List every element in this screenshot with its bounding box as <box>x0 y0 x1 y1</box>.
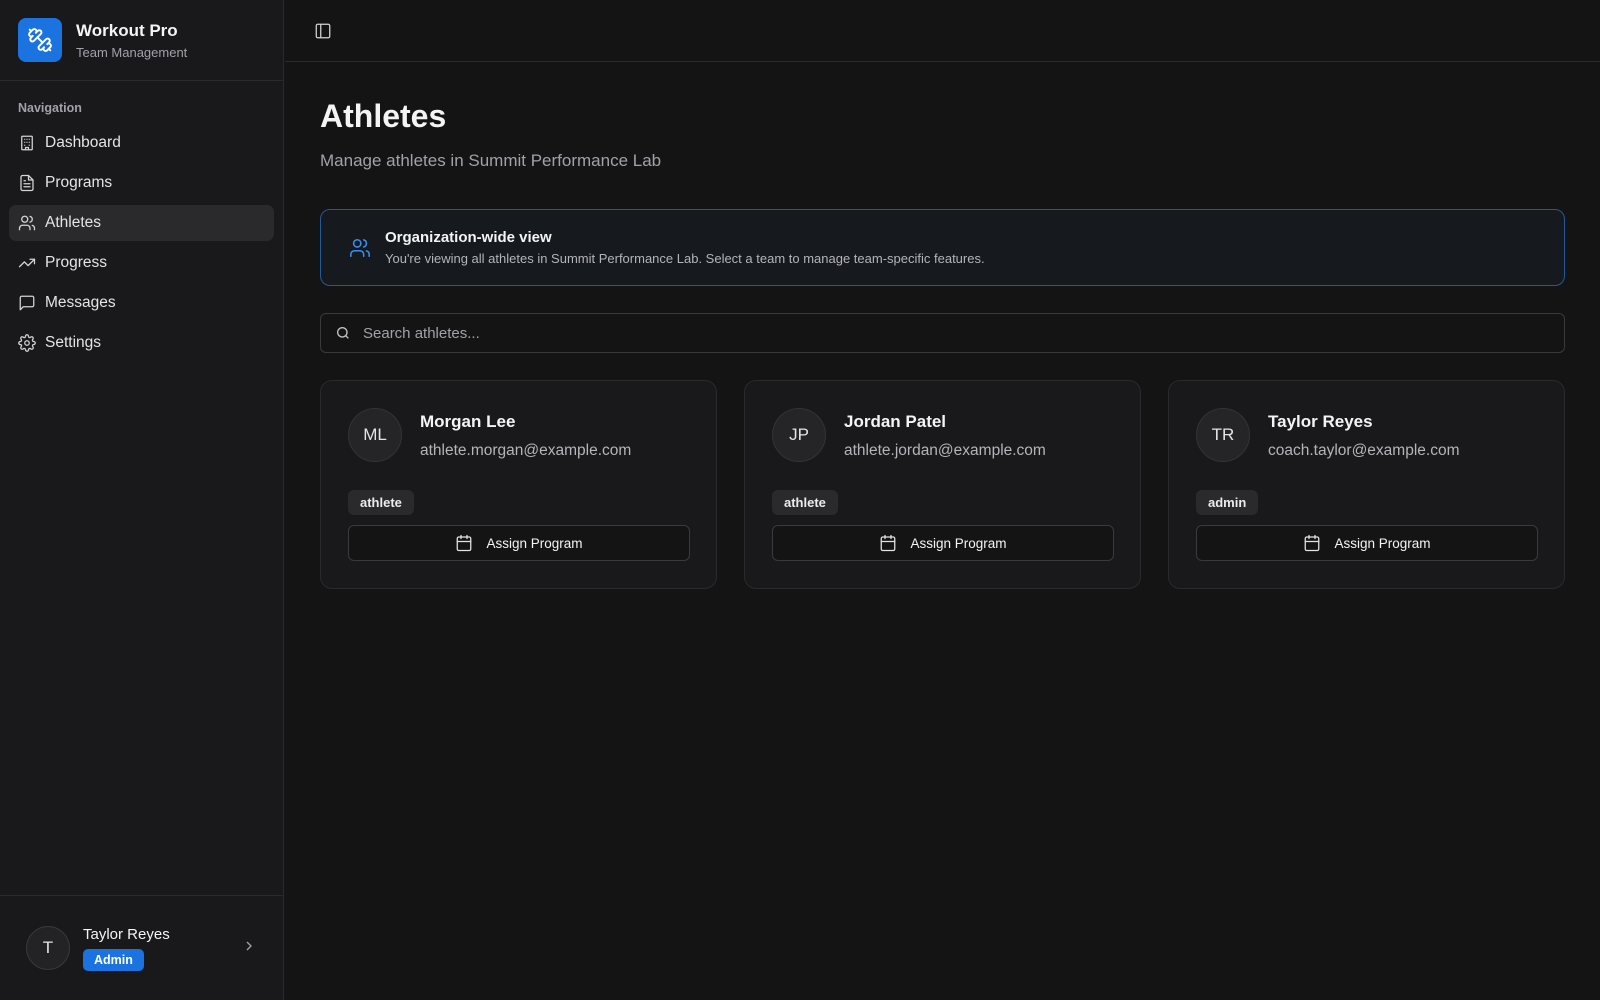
role-tag: athlete <box>772 490 838 515</box>
calendar-icon <box>1305 534 1320 552</box>
button-label: Assign Program <box>486 535 583 551</box>
sidebar-item-label: Athletes <box>45 214 102 231</box>
role-badge: Admin <box>83 948 144 971</box>
search-box <box>320 313 1565 353</box>
message-square-icon <box>19 295 35 311</box>
gear-icon <box>18 334 36 352</box>
app-subtitle: Team Management <box>76 44 188 60</box>
info-banner: Organization-wide view You're viewing al… <box>320 209 1565 286</box>
athlete-email: athlete.morgan@example.com <box>420 442 632 459</box>
panel-left-icon <box>315 23 331 38</box>
banner-title: Organization-wide view <box>385 229 552 246</box>
users-icon <box>18 215 36 231</box>
main-content: Athletes Manage athletes in Summit Perfo… <box>320 62 1565 589</box>
role-tag: athlete <box>348 490 414 515</box>
search-input[interactable] <box>363 324 1550 342</box>
calendar-icon <box>881 534 896 552</box>
banner-description: You're viewing all athletes in Summit Pe… <box>385 251 985 266</box>
athlete-name: Taylor Reyes <box>1268 412 1373 431</box>
brand-header: Workout Pro Team Management <box>0 0 283 81</box>
avatar: JP <box>772 408 826 462</box>
avatar: TR <box>1196 408 1250 462</box>
assign-program-button[interactable]: Assign Program <box>772 525 1114 561</box>
sidebar-item-settings[interactable]: Settings <box>9 325 274 361</box>
page-subtitle: Manage athletes in Summit Performance La… <box>320 151 662 170</box>
sidebar-item-messages[interactable]: Messages <box>9 285 274 321</box>
avatar: T <box>26 926 70 970</box>
user-menu[interactable]: T Taylor Reyes Admin <box>0 895 283 1000</box>
sidebar-item-athletes[interactable]: Athletes <box>9 205 274 241</box>
athlete-email: athlete.jordan@example.com <box>844 442 1046 459</box>
search-icon <box>337 327 349 339</box>
trending-up-icon <box>18 258 36 268</box>
sidebar-item-dashboard[interactable]: Dashboard <box>9 125 274 161</box>
sidebar-item-label: Programs <box>45 174 113 191</box>
file-text-icon <box>20 174 34 192</box>
user-name: Taylor Reyes <box>83 925 170 943</box>
building-icon <box>21 135 33 151</box>
button-label: Assign Program <box>1334 535 1431 551</box>
role-tag: admin <box>1196 490 1259 515</box>
sidebar-item-label: Dashboard <box>45 134 121 151</box>
athlete-card: TR Taylor Reyes coach.taylor@example.com… <box>1168 380 1565 589</box>
sidebar-nav: Navigation Dashboard Programs Athletes P… <box>0 81 283 895</box>
button-label: Assign Program <box>910 535 1007 551</box>
athlete-grid: ML Morgan Lee athlete.morgan@example.com… <box>320 380 1565 589</box>
athlete-card: JP Jordan Patel athlete.jordan@example.c… <box>744 380 1141 589</box>
chevron-right-icon <box>241 938 257 959</box>
users-icon <box>350 238 370 257</box>
dumbbell-icon[interactable] <box>18 18 62 62</box>
athlete-name: Morgan Lee <box>420 412 516 431</box>
topbar <box>285 0 1600 62</box>
sidebar-item-label: Progress <box>45 254 108 271</box>
sidebar-item-label: Settings <box>45 334 102 351</box>
athlete-email: coach.taylor@example.com <box>1268 442 1460 459</box>
athlete-name: Jordan Patel <box>844 412 947 431</box>
sidebar-toggle-button[interactable] <box>309 17 337 45</box>
nav-heading: Navigation <box>18 101 82 115</box>
sidebar-item-label: Messages <box>45 294 116 311</box>
avatar: ML <box>348 408 402 462</box>
athlete-card: ML Morgan Lee athlete.morgan@example.com… <box>320 380 717 589</box>
assign-program-button[interactable]: Assign Program <box>1196 525 1538 561</box>
app-title: Workout Pro <box>76 20 178 40</box>
sidebar-item-progress[interactable]: Progress <box>9 245 274 281</box>
calendar-icon <box>457 534 472 552</box>
assign-program-button[interactable]: Assign Program <box>348 525 690 561</box>
sidebar: Workout Pro Team Management Navigation D… <box>0 0 284 1000</box>
page-title: Athletes <box>320 98 447 134</box>
sidebar-item-programs[interactable]: Programs <box>9 165 274 201</box>
